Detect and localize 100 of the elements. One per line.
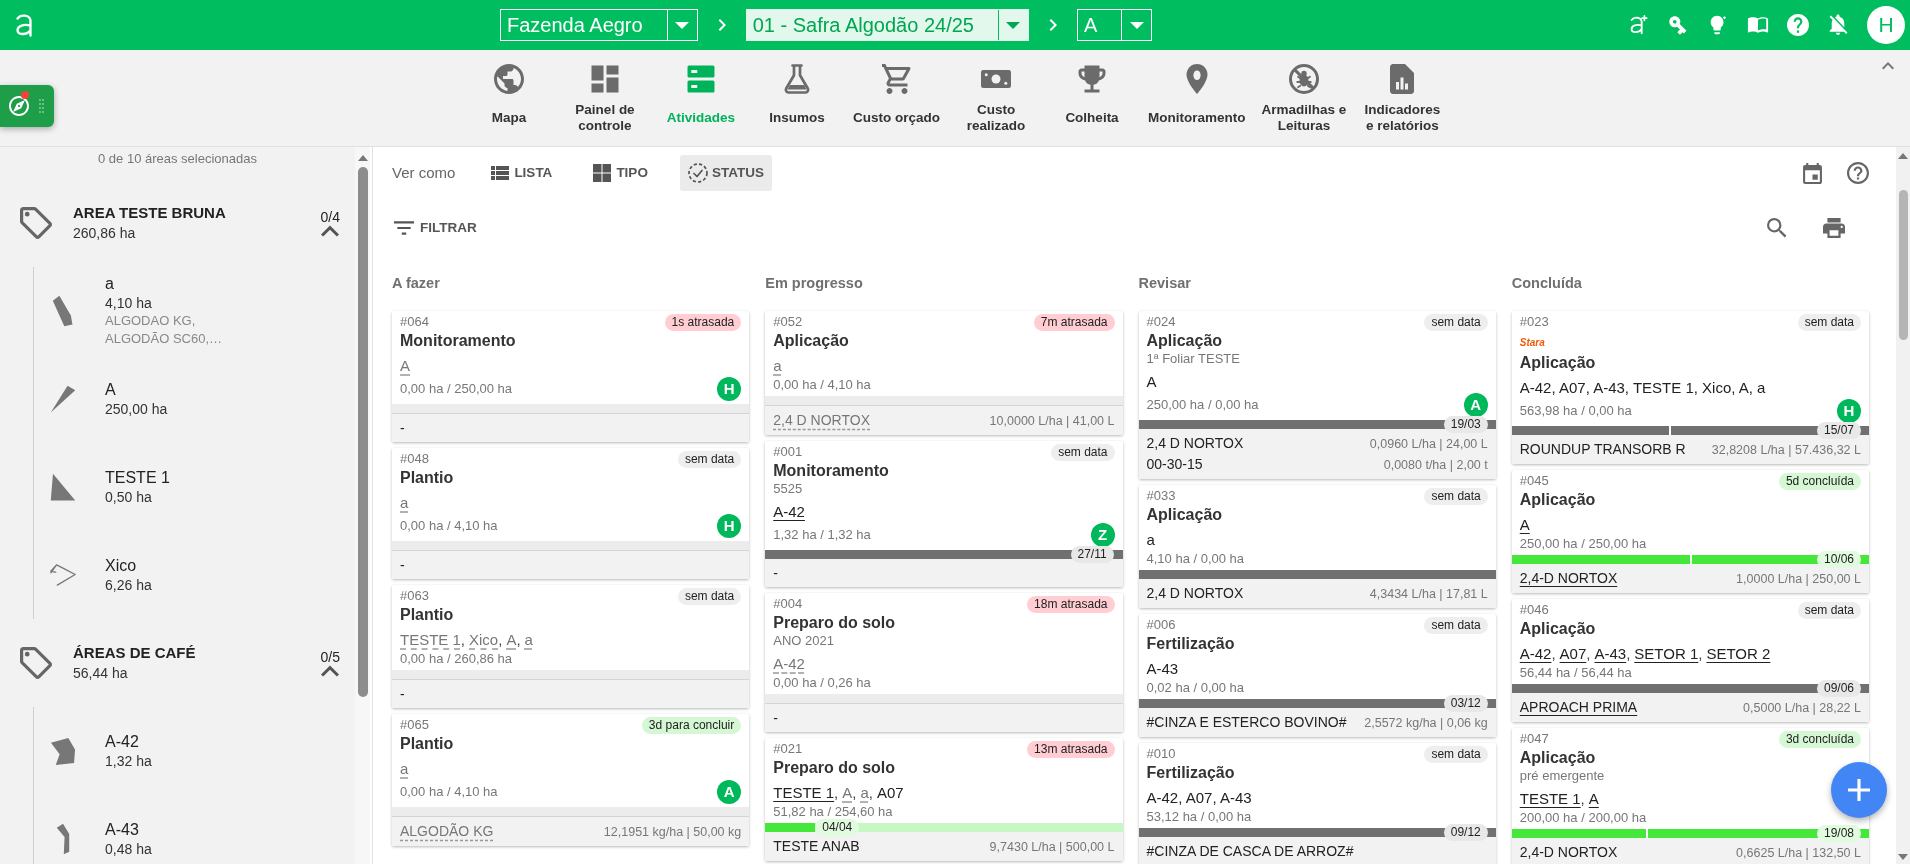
status-badge: 13m atrasada xyxy=(1027,740,1115,758)
book-icon[interactable] xyxy=(1747,14,1769,36)
scroll-up-icon[interactable] xyxy=(357,155,368,161)
nav-item[interactable]: Colheita xyxy=(1044,50,1140,146)
drag-handle-icon[interactable] xyxy=(39,99,44,113)
nav-item[interactable]: Insumos xyxy=(749,50,845,146)
key-icon[interactable] xyxy=(1667,14,1689,36)
field-name[interactable]: a xyxy=(105,274,245,294)
notification-dot-icon xyxy=(21,91,29,99)
print-icon[interactable] xyxy=(1823,218,1845,238)
area-link[interactable]: A-43, xyxy=(1594,645,1631,662)
area-link[interactable]: A, xyxy=(842,784,857,801)
task-card[interactable]: #010 sem data Fertilização A-42, A07, A-43 53,12 ha / 0,00 ha 09/12 #CINZA DE CASCA DE ARROZ# xyxy=(1138,743,1496,864)
nav-item[interactable]: Monitoramento xyxy=(1140,50,1254,146)
bell-off-icon[interactable] xyxy=(1827,14,1849,36)
area-link[interactable]: a xyxy=(400,760,409,777)
scrollbar-thumb[interactable] xyxy=(357,167,368,697)
help-icon[interactable] xyxy=(1787,14,1809,36)
area-link[interactable]: A-42 xyxy=(773,655,805,672)
chevron-up-icon[interactable] xyxy=(321,223,340,239)
field-name[interactable]: A-43 xyxy=(105,820,152,840)
view-tab[interactable]: LISTA xyxy=(482,155,561,191)
status-badge: 1s atrasada xyxy=(664,313,742,331)
nav-item[interactable]: Custo orçado xyxy=(845,50,948,146)
task-title: Aplicação xyxy=(1519,353,1597,373)
view-tab[interactable]: TIPO xyxy=(584,155,656,191)
task-card[interactable]: #065 3d para concluir Plantio a 0,00 ha / 4,10 ha A ALGODÃO KG 12,1951 kg/ha | 50,00 kg xyxy=(392,714,750,846)
help-icon[interactable] xyxy=(1847,162,1869,184)
field-name[interactable]: Xico xyxy=(105,556,152,576)
area-link[interactable]: TESTE 1, xyxy=(400,631,466,648)
group-name[interactable]: ÁREAS DE CAFÉ xyxy=(73,643,196,663)
compass-widget[interactable] xyxy=(0,85,54,127)
task-number: #046 xyxy=(1519,601,1549,620)
area-link[interactable]: a, xyxy=(860,784,873,801)
filter-icon xyxy=(394,221,414,235)
nav-item[interactable]: Indicadores e relatórios xyxy=(1354,50,1451,146)
area-link[interactable]: SETOR 2 xyxy=(1706,645,1771,662)
area-link[interactable]: A xyxy=(1519,516,1530,533)
nav-item[interactable]: Mapa xyxy=(461,50,557,146)
area-link[interactable]: A-42 xyxy=(773,503,805,520)
search-icon[interactable] xyxy=(1767,218,1787,238)
area-link[interactable]: Xico, xyxy=(469,631,503,648)
task-card[interactable]: #004 18m atrasada Preparo do solo ANO 2021 A-42 0,00 ha / 0,26 ha - xyxy=(765,593,1123,732)
nav-item[interactable]: Armadilhas e Leituras xyxy=(1253,50,1355,146)
task-card[interactable]: #064 1s atrasada Monitoramento A 0,00 ha / 250,00 ha H - xyxy=(392,311,750,442)
progress-date: 09/12 xyxy=(1443,824,1488,841)
task-card[interactable]: #001 sem data Monitoramento 5525 A-42 1,32 ha / 1,32 ha Z 27/11 - xyxy=(765,441,1123,587)
area-ratio: 250,00 ha / 250,00 ha xyxy=(1519,535,1647,553)
status-badge: sem data xyxy=(1797,313,1861,331)
product-name: 2,4 D NORTOX xyxy=(1146,584,1244,603)
scroll-down-icon[interactable] xyxy=(1898,854,1908,860)
nav-item[interactable]: Custo realizado xyxy=(948,50,1044,146)
task-card[interactable]: #023 sem data Stara Aplicação A-42, A07, A-43, TESTE 1, Xico, A, a 563,98 ha / 0,00 ha H 15/07 ROUNDUP TRANSORB R 32,8208 L/ha | 57.436,32 L xyxy=(1511,311,1869,464)
area-link[interactable]: a xyxy=(524,631,533,648)
status-badge: sem data xyxy=(1051,443,1115,461)
product-link[interactable]: APROACH PRIMA xyxy=(1519,697,1638,717)
area-link[interactable]: A xyxy=(1588,790,1599,807)
task-card[interactable]: #045 5d concluída Aplicação A 250,00 ha / 250,00 ha 10/06 2,4-D NORTOX 1,0000 L/ha | 250,00 L xyxy=(1511,470,1869,593)
area-link[interactable]: A, xyxy=(506,631,521,648)
task-title: Fertilização xyxy=(1146,763,1236,783)
logo-icon[interactable] xyxy=(14,12,34,38)
calendar-icon[interactable] xyxy=(1803,162,1822,184)
filter-button[interactable]: FILTRAR xyxy=(392,217,479,239)
progress-date: 03/12 xyxy=(1443,695,1488,712)
scrollbar-thumb[interactable] xyxy=(1898,190,1908,340)
task-card[interactable]: #021 13m atrasada Preparo do solo TESTE 1, A, a, A07 51,82 ha / 254,60 ha 04/04 TESTE ANAB 9,7430 L/ha | 500,00 L xyxy=(765,738,1123,861)
view-tab[interactable]: STATUS xyxy=(679,155,772,191)
task-card[interactable]: #046 sem data Aplicação A-42, A07, A-43, SETOR 1, SETOR 2 56,44 ha / 56,44 ha 09/06 APROACH PRIMA 0,5000 L/ha | 28,22 L xyxy=(1511,599,1869,722)
field-name[interactable]: A-42 xyxy=(105,732,152,752)
task-card[interactable]: #047 3d concluída Aplicação pré emergente TESTE 1, A 200,00 ha / 200,00 ha 19/08 2,4-D NORTOX 0,6625 L/ha | 132,50 L xyxy=(1511,728,1869,864)
product-link[interactable]: ALGODÃO KG xyxy=(400,821,494,841)
product-dose: 12,1951 kg/ha | 50,00 kg xyxy=(603,824,742,841)
area-link[interactable]: A07, xyxy=(1559,645,1591,662)
chevron-up-icon[interactable] xyxy=(321,663,340,679)
field-name[interactable]: TESTE 1 xyxy=(105,468,170,488)
product-link[interactable]: 2,4-D NORTOX xyxy=(1519,568,1618,588)
area-ratio: 0,00 ha / 4,10 ha xyxy=(773,376,871,394)
scroll-up-icon[interactable] xyxy=(1898,153,1908,159)
task-card[interactable]: #063 sem data Plantio TESTE 1, Xico, A, a 0,00 ha / 260,86 ha - xyxy=(392,585,750,708)
product-link[interactable]: 2,4 D NORTOX xyxy=(773,410,870,430)
task-card[interactable]: #052 7m atrasada Aplicação a 0,00 ha / 4,10 ha 2,4 D NORTOX 10,0000 L/ha | 41,00 L xyxy=(765,311,1123,435)
caret-down-icon xyxy=(1129,21,1144,29)
area-link[interactable]: A-42, xyxy=(1519,645,1556,662)
task-card[interactable]: #006 sem data Fertilização A-43 0,02 ha / 0,00 ha 03/12 #CINZA E ESTERCO BOVINO# 2,5572 kg/ha | 0,06 kg xyxy=(1138,614,1496,737)
area-link[interactable]: SETOR 1, xyxy=(1634,645,1703,662)
nav-item[interactable]: Painel de controle xyxy=(557,50,653,146)
area-link[interactable]: A xyxy=(400,357,410,374)
add-button[interactable] xyxy=(1831,762,1887,818)
task-card[interactable]: #024 sem data Aplicação 1ª Foliar TESTE A 250,00 ha / 0,00 ha A 19/03 2,4 D NORTOX 0,0960 L/ha | 24,00 L 00-30-15 0,0080 t/ha | 2,00 t xyxy=(1138,311,1496,479)
chevron-up-icon[interactable] xyxy=(1882,62,1894,70)
area-ratio: 200,00 ha / 200,00 ha xyxy=(1519,809,1647,827)
area-link[interactable]: a xyxy=(773,357,782,374)
area-link[interactable]: a xyxy=(400,494,409,511)
column-title: A fazer xyxy=(392,274,441,293)
group-name[interactable]: AREA TESTE BRUNA xyxy=(73,203,226,223)
field-name[interactable]: A xyxy=(105,380,168,400)
task-card[interactable]: #048 sem data Plantio a 0,00 ha / 4,10 ha H - xyxy=(392,448,750,579)
area-link[interactable]: TESTE 1, xyxy=(773,784,839,801)
area-link[interactable]: TESTE 1, xyxy=(1519,790,1585,807)
task-card[interactable]: #033 sem data Aplicação a 4,10 ha / 0,00 ha 2,4 D NORTOX 4,3434 L/ha | 17,81 L xyxy=(1138,485,1496,608)
